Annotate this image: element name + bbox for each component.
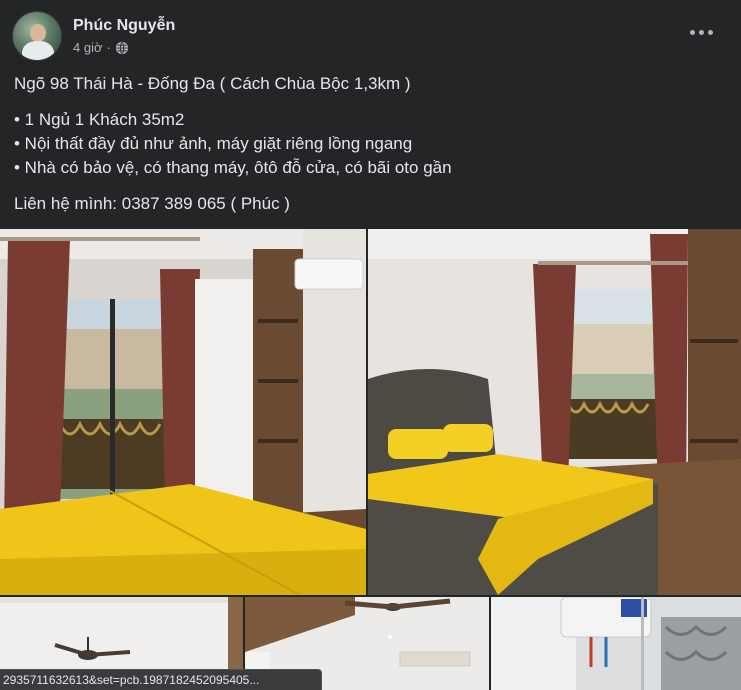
address-line: Ngõ 98 Thái Hà - Đống Đa ( Cách Chùa Bộc… xyxy=(14,74,411,93)
post-header: Phúc Nguyễn 4 giờ · xyxy=(12,10,175,62)
globe-icon[interactable] xyxy=(115,41,129,55)
bullet-line-1: • 1 Ngủ 1 Khách 35m2 xyxy=(14,110,185,129)
separator-dot: · xyxy=(106,40,111,55)
photo-bedroom-2[interactable] xyxy=(368,229,741,595)
photo-bathroom[interactable] xyxy=(491,597,741,690)
contact-line: Liên hệ mình: 0387 389 065 ( Phúc ) xyxy=(14,194,290,213)
facebook-post: Phúc Nguyễn 4 giờ · Ngõ 98 Thái Hà - Đốn… xyxy=(0,0,741,690)
more-options-icon[interactable] xyxy=(683,20,719,44)
photo-bedroom-1[interactable] xyxy=(0,229,366,595)
post-time[interactable]: 4 giờ xyxy=(73,40,103,56)
author-avatar[interactable] xyxy=(12,11,62,61)
bullet-line-3: • Nhà có bảo vệ, có thang máy, ôtô đỗ cử… xyxy=(14,158,452,177)
photo-grid xyxy=(0,229,741,690)
post-meta: Phúc Nguyễn 4 giờ · xyxy=(73,16,175,56)
status-bar-url: 2935711632613&set=pcb.1987182452095405..… xyxy=(0,669,322,690)
author-name[interactable]: Phúc Nguyễn xyxy=(73,16,175,36)
post-text: Ngõ 98 Thái Hà - Đống Đa ( Cách Chùa Bộc… xyxy=(14,72,729,216)
bullet-line-2: • Nội thất đầy đủ như ảnh, máy giặt riên… xyxy=(14,134,413,153)
post-subline: 4 giờ · xyxy=(73,40,175,56)
